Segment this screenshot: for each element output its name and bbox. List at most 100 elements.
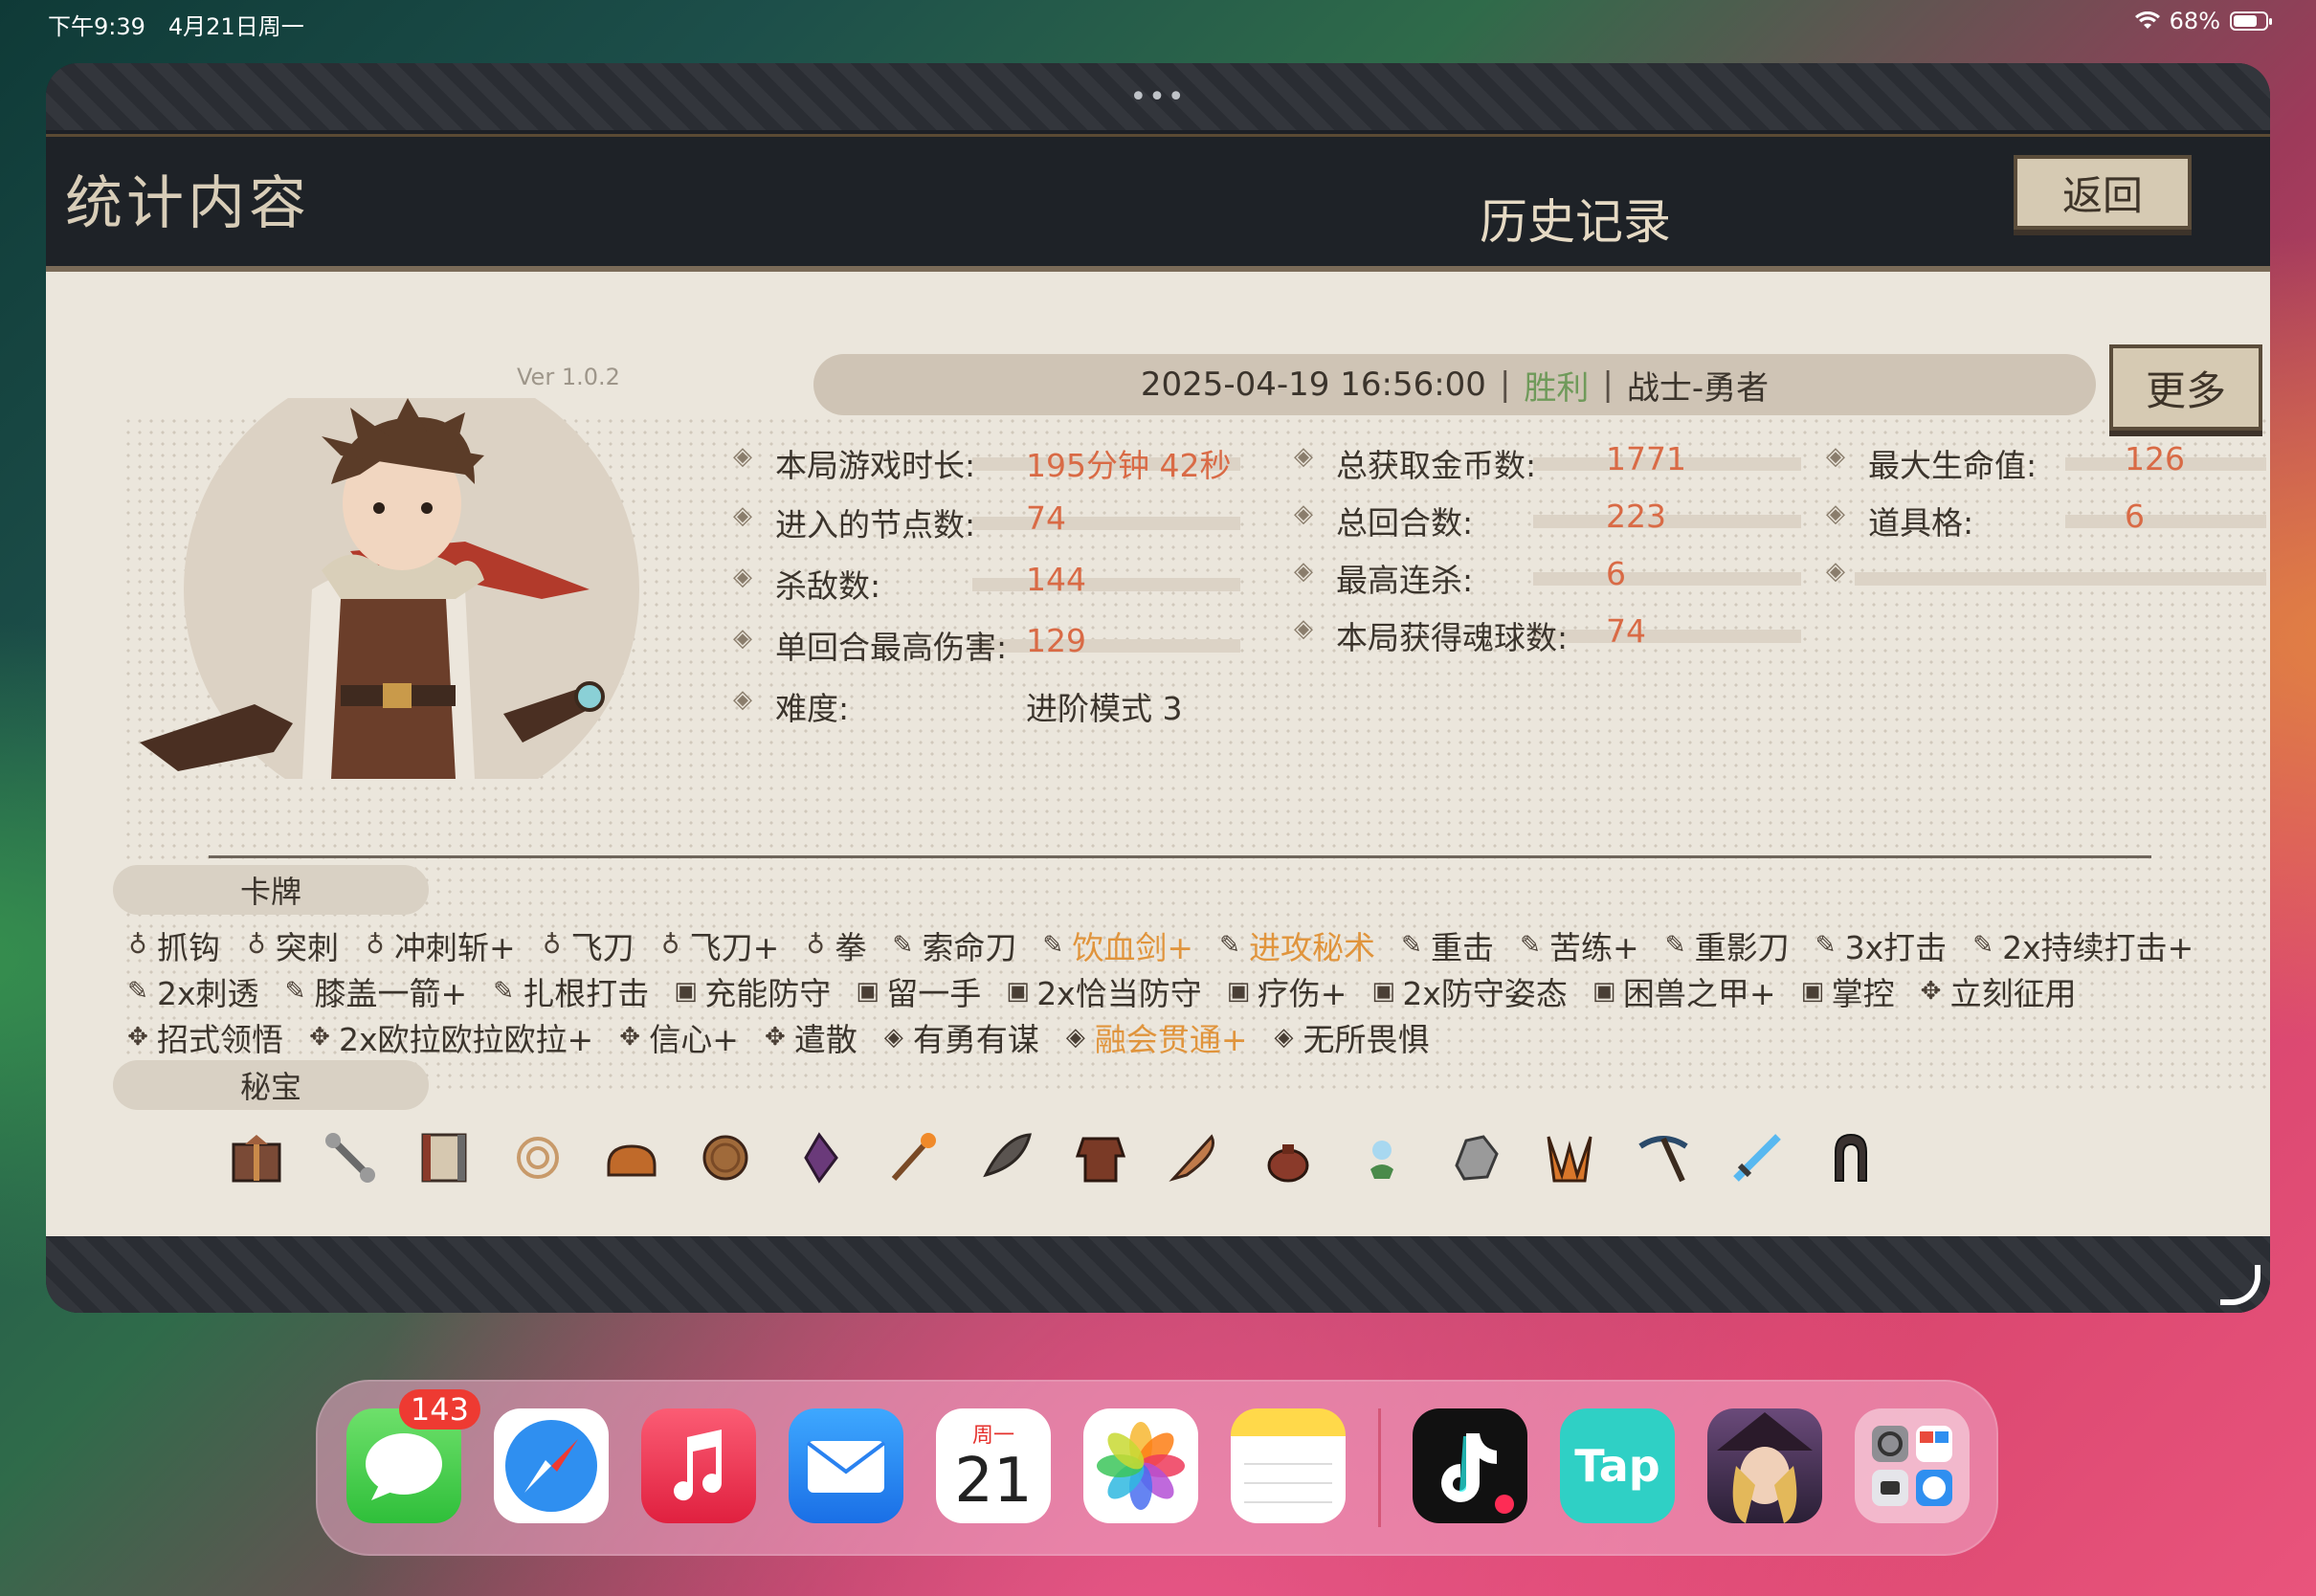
resize-corner-icon[interactable] [2220, 1265, 2260, 1305]
card-item[interactable]: ✥ 招式领悟 [126, 1014, 283, 1060]
card-item[interactable]: ◈ 无所畏惧 [1273, 1014, 1430, 1060]
card-name: 苦练+ [1548, 929, 1639, 966]
card-item[interactable]: ✥ 立刻征用 [1920, 968, 2077, 1014]
card-item[interactable]: ▣ 掌控 [1801, 968, 1895, 1014]
notes-app-icon[interactable] [1231, 1408, 1346, 1523]
purple-gem-icon[interactable] [789, 1127, 850, 1188]
card-name: 进攻秘术 [1248, 929, 1375, 966]
photos-app-icon[interactable] [1083, 1408, 1198, 1523]
music-app-icon[interactable] [641, 1408, 756, 1523]
card-item[interactable]: ◈ 融会贯通+ [1064, 1014, 1248, 1060]
status-time-date: 下午9:39 4月21日周一 [48, 13, 304, 40]
stat-label: 单回合最高伤害: [775, 629, 1008, 666]
window-top-band: ••• [46, 63, 2270, 130]
card-item[interactable]: ◈ 有勇有谋 [882, 1014, 1039, 1060]
rope-coil-icon[interactable] [507, 1127, 568, 1188]
card-name: 无所畏惧 [1303, 1021, 1430, 1058]
stat-max-hp: ◈ 最大生命值: 126 [1826, 440, 2266, 484]
card-type-icon: ♁ [806, 931, 825, 960]
card-name: 重影刀 [1694, 929, 1790, 966]
stat-label: 总获取金币数: [1336, 447, 1537, 484]
card-item[interactable]: ✎ 2x持续打击+ [1971, 922, 2194, 968]
mail-app-icon[interactable] [789, 1408, 903, 1523]
card-type-icon: ✥ [127, 1023, 148, 1052]
gift-box-icon[interactable] [226, 1127, 287, 1188]
card-item[interactable]: ✎ 膝盖一箭+ [284, 968, 468, 1014]
card-item[interactable]: ▣ 困兽之甲+ [1592, 968, 1776, 1014]
stat-kills: ◈ 杀敌数: 144 [733, 561, 1250, 605]
card-type-icon: ✎ [493, 977, 515, 1006]
card-item[interactable]: ✥ 遣散 [764, 1014, 857, 1060]
hero-portrait [140, 398, 639, 779]
blue-flower-icon[interactable] [1351, 1127, 1413, 1188]
fire-staff-icon[interactable] [882, 1127, 944, 1188]
card-type-icon: ♁ [366, 931, 385, 960]
wooden-shield-icon[interactable] [695, 1127, 756, 1188]
stat-value: 223 [1606, 498, 1666, 535]
card-item[interactable]: ✥ 信心+ [618, 1014, 739, 1060]
card-item[interactable]: ♁ 抓钩 [126, 922, 220, 968]
stat-value: 1771 [1606, 440, 1686, 477]
window-handle-dots[interactable]: ••• [1129, 80, 1186, 114]
stat-max-streak: ◈ 最高连杀: 6 [1294, 555, 1801, 599]
battery-percent: 68% [2169, 8, 2220, 34]
orange-claw-icon[interactable] [1539, 1127, 1600, 1188]
card-item[interactable]: ♁ 拳 [804, 922, 867, 968]
card-item[interactable]: ▣ 2x恰当防守 [1006, 968, 1202, 1014]
card-item[interactable]: ✎ 重击 [1400, 922, 1494, 968]
diamond-icon: ◈ [733, 624, 752, 653]
card-item[interactable]: ✥ 2x欧拉欧拉欧拉+ [308, 1014, 593, 1060]
card-item[interactable]: ▣ 留一手 [856, 968, 981, 1014]
calendar-app-icon[interactable]: 周一 21 [936, 1408, 1051, 1523]
card-item[interactable]: ▣ 疗伤+ [1227, 968, 1347, 1014]
card-item[interactable]: ✎ 2x刺透 [126, 968, 258, 1014]
pickaxe-icon[interactable] [1633, 1127, 1694, 1188]
stat-bar [1533, 572, 1801, 586]
card-item[interactable]: ✎ 3x打击 [1815, 922, 1947, 968]
card-type-icon: ♁ [543, 931, 562, 960]
card-item[interactable]: ▣ 充能防守 [674, 968, 831, 1014]
card-name: 充能防守 [704, 975, 832, 1012]
messages-app-icon[interactable]: 143 [346, 1389, 480, 1523]
safari-app-icon[interactable] [494, 1408, 609, 1523]
tiktok-app-icon[interactable] [1413, 1408, 1527, 1523]
card-type-icon: ✥ [619, 1023, 641, 1052]
blue-sword-icon[interactable] [1726, 1127, 1788, 1188]
game-app-icon[interactable] [1707, 1408, 1822, 1523]
card-item[interactable]: ✎ 苦练+ [1519, 922, 1639, 968]
more-button[interactable]: 更多 [2109, 344, 2262, 431]
gray-ore-icon[interactable] [1445, 1127, 1506, 1188]
stone-fang-icon[interactable] [976, 1127, 1037, 1188]
folder-app-icon[interactable] [1855, 1408, 1970, 1523]
card-item[interactable]: ♁ 突刺 [245, 922, 339, 968]
bread-loaf-icon[interactable] [601, 1127, 662, 1188]
battery-icon [2230, 11, 2272, 31]
stat-gold-earned: ◈ 总获取金币数: 1771 [1294, 440, 1801, 484]
scroll-map-icon[interactable] [413, 1127, 475, 1188]
back-button[interactable]: 返回 [2014, 155, 2192, 230]
coin-pouch-icon[interactable] [1258, 1127, 1319, 1188]
card-item[interactable]: ✎ 饮血剑+ [1041, 922, 1193, 968]
taptap-app-icon[interactable]: Tap [1560, 1408, 1675, 1523]
card-row: ✥ 招式领悟 ✥ 2x欧拉欧拉欧拉+ ✥ 信心+ ✥ 遣散 ◈ 有勇有谋 ◈ 融会贯通+ ◈ 无所畏惧 [126, 1014, 2260, 1060]
card-item[interactable]: ♁ 飞刀+ [659, 922, 779, 968]
bone-wrench-icon[interactable] [320, 1127, 381, 1188]
card-item[interactable]: ♁ 冲刺斩+ [364, 922, 515, 968]
card-name: 2x防守姿态 [1402, 975, 1568, 1012]
card-item[interactable]: ✎ 索命刀 [891, 922, 1016, 968]
tab-history[interactable]: 历史记录 [1480, 184, 1671, 274]
card-item[interactable]: ✎ 进攻秘术 [1218, 922, 1375, 968]
horseshoe-icon[interactable] [1820, 1127, 1882, 1188]
stat-label: 杀敌数: [775, 567, 881, 605]
card-item[interactable]: ✎ 扎根打击 [492, 968, 649, 1014]
card-item[interactable]: ♁ 飞刀 [541, 922, 635, 968]
diamond-icon: ◈ [1294, 442, 1313, 471]
stat-bar [2065, 515, 2266, 528]
feather-quill-icon[interactable] [1164, 1127, 1225, 1188]
stat-nodes-entered: ◈ 进入的节点数: 74 [733, 499, 1250, 543]
card-name: 飞刀 [570, 929, 635, 966]
stat-value: 195分钟 42秒 [1026, 447, 1232, 484]
card-item[interactable]: ✎ 重影刀 [1664, 922, 1790, 968]
leather-armor-icon[interactable] [1070, 1127, 1131, 1188]
card-item[interactable]: ▣ 2x防守姿态 [1371, 968, 1568, 1014]
